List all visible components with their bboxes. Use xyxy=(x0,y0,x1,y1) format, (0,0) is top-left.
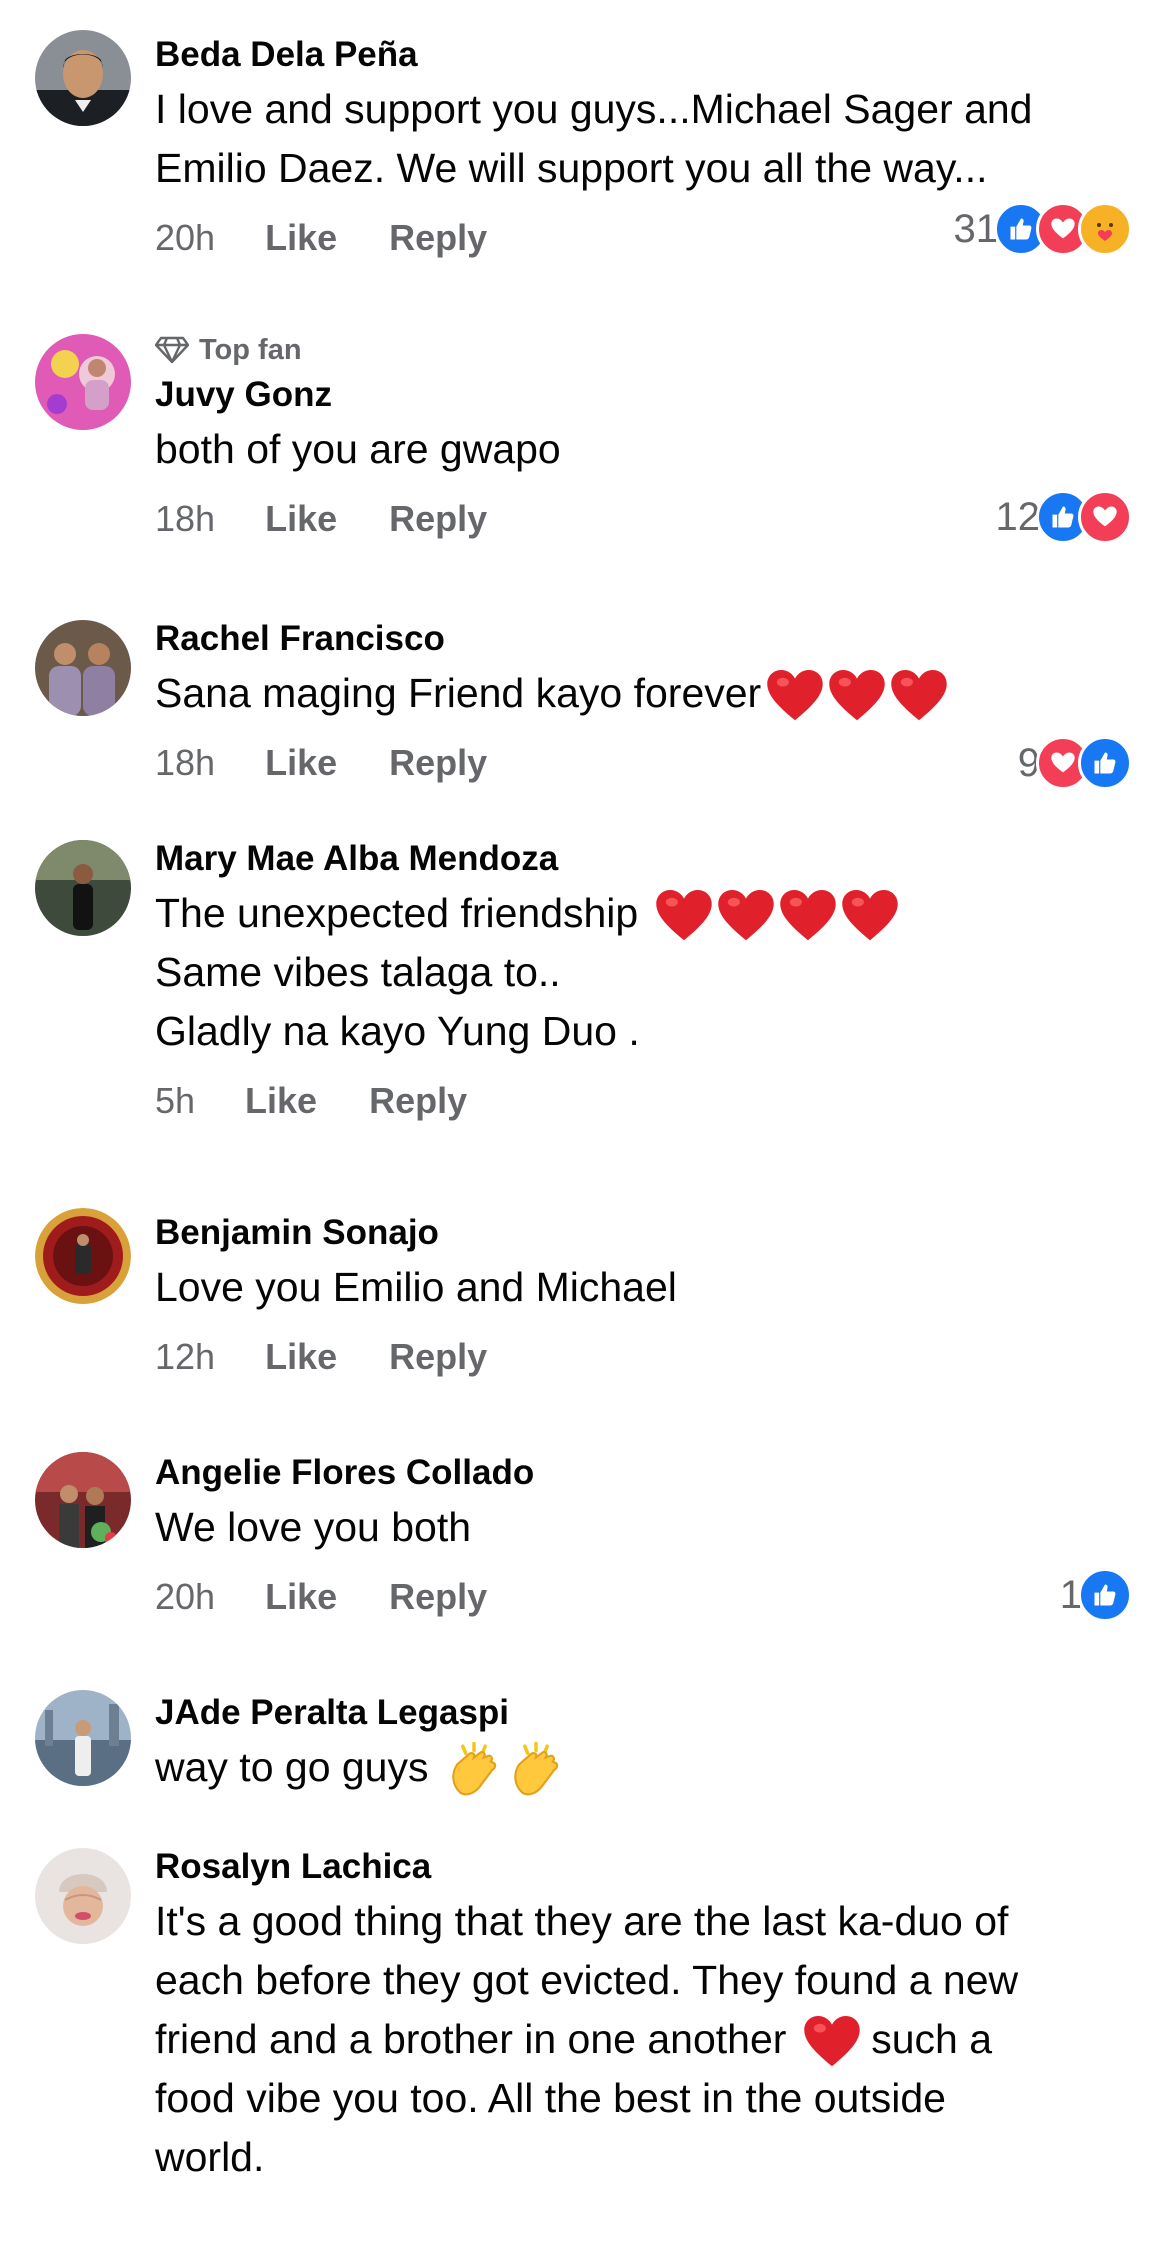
avatar[interactable] xyxy=(35,620,131,716)
like-button[interactable]: Like xyxy=(265,217,337,259)
comment-time[interactable]: 18h xyxy=(155,742,215,784)
like-button[interactable]: Like xyxy=(245,1080,317,1122)
avatar[interactable] xyxy=(35,840,131,936)
comment-time[interactable]: 12h xyxy=(155,1336,215,1378)
reply-button[interactable]: Reply xyxy=(369,1080,467,1122)
like-button[interactable]: Like xyxy=(265,742,337,784)
comment-author[interactable]: Benjamin Sonajo xyxy=(155,1208,1130,1258)
like-icon xyxy=(1078,736,1132,790)
like-icon xyxy=(1078,1568,1132,1622)
comment-text-segment: such a xyxy=(871,2016,993,2062)
comment-text-segment: The unexpected friendship xyxy=(155,890,639,936)
comment-text: The unexpected friendship Same vibes tal… xyxy=(155,884,1130,1061)
reply-button[interactable]: Reply xyxy=(389,498,487,540)
top-fan-badge: Top fan xyxy=(155,330,1130,370)
comment-author[interactable]: JAde Peralta Legaspi xyxy=(155,1688,1130,1738)
comment-text-line: each before they got evicted. They found… xyxy=(155,1957,1019,2003)
comment-text-line: friend and a brother in one another such… xyxy=(155,2010,1130,2069)
reply-button[interactable]: Reply xyxy=(389,742,487,784)
comment-text: We love you both xyxy=(155,1498,1130,1557)
avatar[interactable] xyxy=(35,1690,131,1786)
care-icon xyxy=(1078,202,1132,256)
clapping-hands-emoji-icon xyxy=(508,1742,564,1798)
reaction-summary[interactable]: 1 xyxy=(1060,1568,1132,1622)
love-icon xyxy=(1078,490,1132,544)
comment-text-line: way to go guys xyxy=(155,1738,1130,1798)
comment-text-line: Same vibes talaga to.. xyxy=(155,949,561,995)
comment-author[interactable]: Mary Mae Alba Mendoza xyxy=(155,834,1130,884)
avatar[interactable] xyxy=(35,334,131,430)
comment-actions: 18h Like Reply xyxy=(155,733,1130,793)
comment-author[interactable]: Angelie Flores Collado xyxy=(155,1448,1130,1498)
reaction-summary[interactable]: 9 xyxy=(1018,736,1132,790)
comment-text: Love you Emilio and Michael xyxy=(155,1258,1130,1317)
comment-text-line: world. xyxy=(155,2134,265,2180)
comment-text: It's a good thing that they are the last… xyxy=(155,1892,1130,2187)
comment-text-line: The unexpected friendship xyxy=(155,884,1130,943)
red-heart-emoji-icon xyxy=(842,890,898,942)
comment-text-line: Love you Emilio and Michael xyxy=(155,1264,677,1310)
comment-text: both of you are gwapo xyxy=(155,420,1130,479)
like-button[interactable]: Like xyxy=(265,1576,337,1618)
reply-button[interactable]: Reply xyxy=(389,217,487,259)
comment-author[interactable]: Rosalyn Lachica xyxy=(155,1842,1130,1892)
comment-text-line: Sana maging Friend kayo forever xyxy=(155,664,1130,723)
like-button[interactable]: Like xyxy=(265,1336,337,1378)
comment-text-line: I love and support you guys...Michael Sa… xyxy=(155,86,1033,132)
comment-text-segment: way to go guys xyxy=(155,1744,429,1790)
clapping-hands-emoji-icon xyxy=(446,1742,502,1798)
comment-author[interactable]: Rachel Francisco xyxy=(155,614,1130,664)
reaction-summary[interactable]: 12 xyxy=(995,490,1132,544)
avatar[interactable] xyxy=(35,30,131,126)
like-button[interactable]: Like xyxy=(265,498,337,540)
reaction-count: 12 xyxy=(995,494,1041,539)
comment-text: way to go guys xyxy=(155,1738,1130,1798)
comment-text: I love and support you guys...Michael Sa… xyxy=(155,80,1130,198)
comment-time[interactable]: 5h xyxy=(155,1080,195,1122)
comment-time[interactable]: 20h xyxy=(155,1576,215,1618)
comment-text-segment: Sana maging Friend kayo forever xyxy=(155,670,762,716)
comment-text-line: both of you are gwapo xyxy=(155,426,561,472)
red-heart-emoji-icon xyxy=(767,670,823,722)
red-heart-emoji-icon xyxy=(891,670,947,722)
comment-time[interactable]: 20h xyxy=(155,217,215,259)
red-heart-emoji-icon xyxy=(780,890,836,942)
comment-text-line: Gladly na kayo Yung Duo . xyxy=(155,1008,640,1054)
comment-actions: 18h Like Reply xyxy=(155,489,1130,549)
red-heart-emoji-icon xyxy=(829,670,885,722)
red-heart-emoji-icon xyxy=(804,2016,860,2068)
reply-button[interactable]: Reply xyxy=(389,1576,487,1618)
top-fan-label: Top fan xyxy=(199,333,302,366)
comment-author[interactable]: Beda Dela Peña xyxy=(155,30,1130,80)
comment-actions: 12h Like Reply xyxy=(155,1327,1130,1387)
comment-time[interactable]: 18h xyxy=(155,498,215,540)
comment-text-line: Emilio Daez. We will support you all the… xyxy=(155,145,988,191)
red-heart-emoji-icon xyxy=(718,890,774,942)
comment-text-line: It's a good thing that they are the last… xyxy=(155,1898,1009,1944)
reaction-summary[interactable]: 31 xyxy=(953,202,1132,256)
comment-actions: 20h Like Reply xyxy=(155,1567,1130,1627)
avatar[interactable] xyxy=(35,1452,131,1548)
diamond-icon xyxy=(155,336,189,364)
red-heart-emoji-icon xyxy=(656,890,712,942)
comment-text: Sana maging Friend kayo forever xyxy=(155,664,1130,723)
comment-actions: 5h Like Reply xyxy=(155,1071,1130,1131)
reaction-count: 31 xyxy=(953,206,999,251)
comment-text-line: food vibe you too. All the best in the o… xyxy=(155,2075,946,2121)
comment-text-segment: friend and a brother in one another xyxy=(155,2016,787,2062)
avatar[interactable] xyxy=(35,1848,131,1944)
reply-button[interactable]: Reply xyxy=(389,1336,487,1378)
comment-text-line: We love you both xyxy=(155,1504,472,1550)
avatar[interactable] xyxy=(35,1208,131,1304)
comment-author[interactable]: Juvy Gonz xyxy=(155,370,1130,420)
